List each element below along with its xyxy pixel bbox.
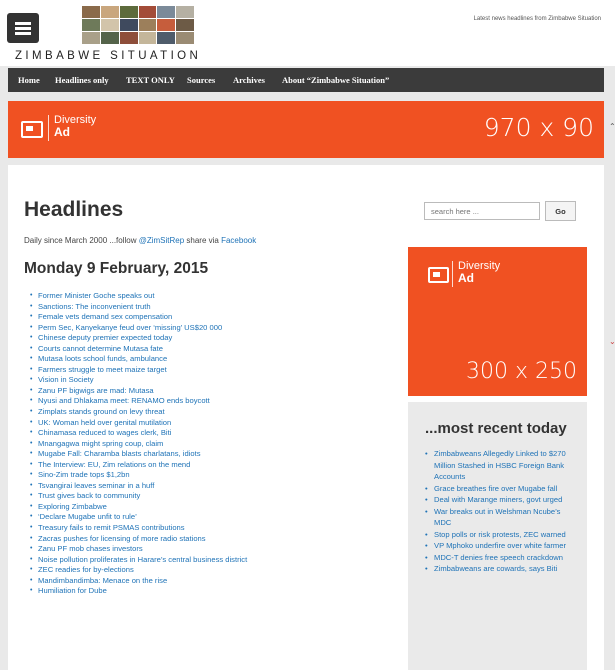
headline-link[interactable]: Female vets demand sex compensation — [30, 312, 247, 323]
headline-link[interactable]: ZEC readies for by-elections — [30, 565, 247, 576]
headline-link[interactable]: Zacras pushes for licensing of more radi… — [30, 534, 247, 545]
headline-link[interactable]: Courts cannot determine Mutasa fate — [30, 344, 247, 355]
headline-link[interactable]: The Interview: EU, Zim relations on the … — [30, 460, 247, 471]
date-heading: Monday 9 February, 2015 — [24, 260, 209, 277]
recent-list: Zimbabweans Allegedly Linked to $270 Mil… — [425, 448, 575, 575]
nav-text-only[interactable]: TEXT ONLY — [126, 68, 175, 92]
headline-link[interactable]: Trust gives back to community — [30, 491, 247, 502]
headline-link[interactable]: Chinese deputy premier expected today — [30, 333, 247, 344]
recent-link[interactable]: MDC-T denies free speech crackdown — [425, 552, 575, 564]
headline-link[interactable]: Treasury fails to remit PSMAS contributi… — [30, 523, 247, 534]
twitter-link[interactable]: @ZimSitRep — [139, 236, 184, 245]
nav-headlines-only[interactable]: Headlines only — [55, 68, 109, 92]
headline-link[interactable]: Mnangagwa might spring coup, claim — [30, 439, 247, 450]
logo-photo-collage[interactable] — [82, 6, 194, 44]
ad-size-label: 300 x 250 — [466, 359, 577, 384]
edge-arrow-icon: ⌄ — [609, 337, 615, 346]
content-area: Headlines Daily since March 2000 ...foll… — [8, 165, 604, 670]
headline-link[interactable]: UK: Woman held over genital mutilation — [30, 418, 247, 429]
headline-link[interactable]: Mutasa loots school funds, ambulance — [30, 354, 247, 365]
ad-brand-bottom: Ad — [54, 125, 70, 139]
headline-link[interactable]: Sanctions: The inconvenient truth — [30, 302, 247, 313]
site-tagline: Latest news headlines from Zimbabwe Situ… — [473, 16, 601, 22]
headline-link[interactable]: Perm Sec, Kanyekanye feud over ‘missing’… — [30, 323, 247, 334]
recent-title: ...most recent today — [425, 420, 567, 437]
headline-link[interactable]: Chinamasa reduced to wages clerk, Biti — [30, 428, 247, 439]
search-input[interactable] — [424, 202, 540, 220]
recent-link[interactable]: War breaks out in Welshman Ncube’s MDC — [425, 506, 575, 529]
headline-link[interactable]: Sino-Zim trade tops $1,2bn — [30, 470, 247, 481]
site-title[interactable]: ZIMBABWE SITUATION — [15, 50, 201, 62]
ad-logo-icon — [21, 121, 43, 138]
headline-link[interactable]: Farmers struggle to meet maize target — [30, 365, 247, 376]
ad-divider — [452, 261, 453, 287]
recent-link[interactable]: Grace breathes fire over Mugabe fall — [425, 483, 575, 495]
headline-link[interactable]: ‘Declare Mugabe unfit to rule’ — [30, 512, 247, 523]
headline-link[interactable]: Nyusi and Dhlakama meet: RENAMO ends boy… — [30, 396, 247, 407]
nav-archives[interactable]: Archives — [233, 68, 265, 92]
headline-link[interactable]: Mugabe Fall: Charamba blasts charlatans,… — [30, 449, 247, 460]
nav-home[interactable]: Home — [18, 68, 40, 92]
leaderboard-ad[interactable]: Diversity Ad 970 x 90 — [8, 101, 604, 158]
headline-link[interactable]: Exploring Zimbabwe — [30, 502, 247, 513]
ad-divider — [48, 115, 49, 141]
nav-sources[interactable]: Sources — [187, 68, 215, 92]
hamburger-menu-icon[interactable] — [7, 13, 39, 43]
headline-link[interactable]: Zanu PF bigwigs are mad: Mutasa — [30, 386, 247, 397]
headline-link[interactable]: Former Minister Goche speaks out — [30, 291, 247, 302]
ad-logo-icon — [428, 267, 449, 283]
headline-link[interactable]: Tsvangirai leaves seminar in a huff — [30, 481, 247, 492]
ad-size-label: 970 x 90 — [483, 113, 594, 142]
sidebar-ad[interactable]: Diversity Ad 300 x 250 — [408, 247, 587, 396]
recent-link[interactable]: Stop polls or risk protests, ZEC warned — [425, 529, 575, 541]
headline-list: Former Minister Goche speaks outSanction… — [30, 291, 247, 597]
intro-line: Daily since March 2000 ...follow @ZimSit… — [24, 236, 256, 245]
intro-text: Daily since March 2000 ...follow — [24, 236, 139, 245]
main-navigation: Home Headlines only TEXT ONLY Sources Ar… — [8, 68, 604, 92]
headline-link[interactable]: Noise pollution proliferates in Harare’s… — [30, 555, 247, 566]
page-title: Headlines — [24, 198, 124, 221]
nav-about[interactable]: About “Zimbabwe Situation” — [282, 68, 389, 92]
headline-link[interactable]: Zimplats stands ground on levy threat — [30, 407, 247, 418]
search-go-button[interactable]: Go — [545, 201, 576, 221]
facebook-link[interactable]: Facebook — [221, 236, 256, 245]
ad-brand-bottom: Ad — [458, 271, 474, 285]
headline-link[interactable]: Mandimbandimba: Menace on the rise — [30, 576, 247, 587]
recent-link[interactable]: Deal with Marange miners, govt urged — [425, 494, 575, 506]
site-header: ZIMBABWE SITUATION Latest news headlines… — [0, 0, 615, 66]
edge-arrow-icon: ⌃ — [609, 122, 615, 131]
recent-link[interactable]: Zimbabweans are cowards, says Biti — [425, 563, 575, 575]
recent-link[interactable]: Zimbabweans Allegedly Linked to $270 Mil… — [425, 448, 575, 483]
intro-text-mid: share via — [184, 236, 222, 245]
recent-widget: ...most recent today Zimbabweans Alleged… — [408, 402, 587, 670]
headline-link[interactable]: Humiliation for Dube — [30, 586, 247, 597]
headline-link[interactable]: Vision in Society — [30, 375, 247, 386]
recent-link[interactable]: VP Mphoko underfire over white farmer — [425, 540, 575, 552]
headline-link[interactable]: Zanu PF mob chases investors — [30, 544, 247, 555]
